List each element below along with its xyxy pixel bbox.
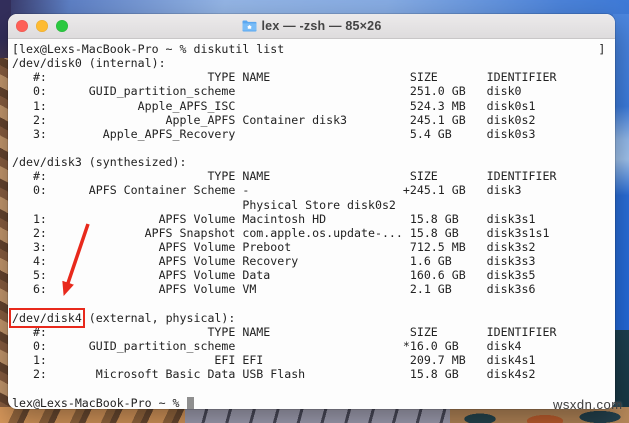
terminal-line: #: TYPE NAME SIZE IDENTIFIER <box>12 169 615 183</box>
wallpaper-right <box>613 14 629 344</box>
wallpaper-bottom-stripes <box>0 407 185 423</box>
terminal-line: 2: Apple_APFS Container disk3 245.1 GB d… <box>12 113 615 127</box>
terminal-line: 1: EFI EFI 209.7 MB disk4s1 <box>12 353 615 367</box>
highlighted-device-disk4: /dev/disk4 <box>12 311 82 325</box>
terminal-line: Physical Store disk0s2 <box>12 198 615 212</box>
home-folder-icon <box>242 20 257 32</box>
zoom-button[interactable] <box>56 20 68 32</box>
terminal-line: [lex@Lexs-MacBook-Pro ~ % diskutil list … <box>12 42 615 56</box>
terminal-titlebar[interactable]: lex — -zsh — 85×26 <box>8 14 615 39</box>
terminal-line <box>12 297 615 311</box>
terminal-line: 0: GUID_partition_scheme 251.0 GB disk0 <box>12 84 615 98</box>
window-title-area: lex — -zsh — 85×26 <box>242 19 382 33</box>
terminal-line: 0: GUID_partition_scheme *16.0 GB disk4 <box>12 339 615 353</box>
terminal-line: 2: APFS Snapshot com.apple.os.update-...… <box>12 226 615 240</box>
desktop: lex — -zsh — 85×26 [lex@Lexs-MacBook-Pro… <box>0 0 629 423</box>
terminal-line: /dev/disk0 (internal): <box>12 56 615 70</box>
terminal-line: 6: APFS Volume VM 2.1 GB disk3s6 <box>12 282 615 296</box>
terminal-line: 1: APFS Volume Macintosh HD 15.8 GB disk… <box>12 212 615 226</box>
terminal-line: #: TYPE NAME SIZE IDENTIFIER <box>12 325 615 339</box>
terminal-line: 2: Microsoft Basic Data USB Flash 15.8 G… <box>12 367 615 381</box>
terminal-line: 4: APFS Volume Recovery 1.6 GB disk3s3 <box>12 254 615 268</box>
terminal-line <box>12 141 615 155</box>
terminal-line: 3: APFS Volume Preboot 712.5 MB disk3s2 <box>12 240 615 254</box>
terminal-line: 1: Apple_APFS_ISC 524.3 MB disk0s1 <box>12 99 615 113</box>
terminal-output[interactable]: [lex@Lexs-MacBook-Pro ~ % diskutil list … <box>8 39 615 409</box>
terminal-window: lex — -zsh — 85×26 [lex@Lexs-MacBook-Pro… <box>8 14 615 409</box>
terminal-line: lex@Lexs-MacBook-Pro ~ % <box>12 396 615 409</box>
terminal-line: /dev/disk3 (synthesized): <box>12 155 615 169</box>
terminal-line: /dev/disk4 (external, physical): <box>12 311 615 325</box>
terminal-line: #: TYPE NAME SIZE IDENTIFIER <box>12 70 615 84</box>
wallpaper-bottom-road <box>185 407 450 423</box>
window-controls <box>16 14 68 38</box>
watermark: wsxdn.com <box>553 397 623 412</box>
terminal-line: 0: APFS Container Scheme - +245.1 GB dis… <box>12 183 615 197</box>
terminal-line: 3: Apple_APFS_Recovery 5.4 GB disk0s3 <box>12 127 615 141</box>
wallpaper-bottom <box>0 407 629 423</box>
window-title: lex — -zsh — 85×26 <box>262 19 382 33</box>
terminal-line: 5: APFS Volume Data 160.6 GB disk3s5 <box>12 268 615 282</box>
terminal-cursor <box>187 397 194 409</box>
close-button[interactable] <box>16 20 28 32</box>
minimize-button[interactable] <box>36 20 48 32</box>
terminal-line <box>12 381 615 395</box>
